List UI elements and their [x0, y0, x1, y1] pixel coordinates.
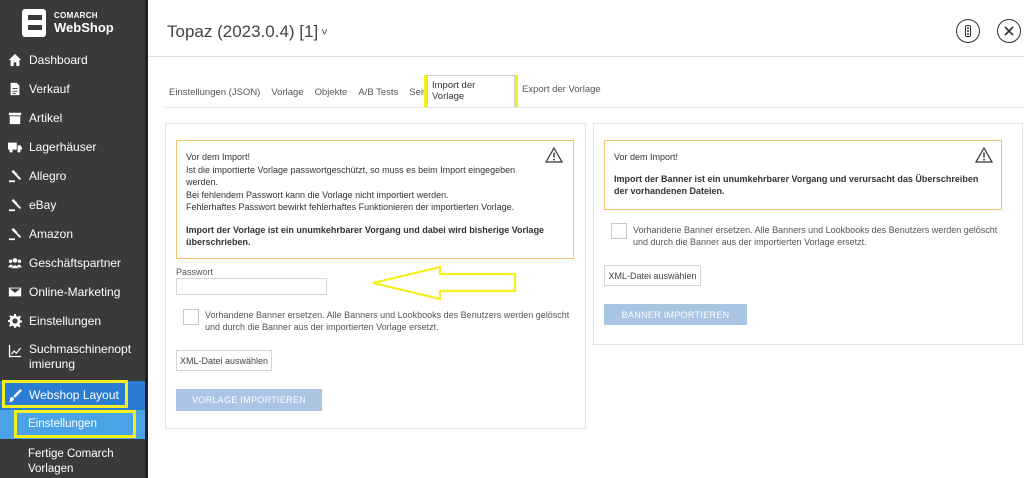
password-label: Passwort — [176, 267, 214, 277]
sidebar-item-label: Geschäftspartner — [29, 255, 122, 270]
replace-banners-text-right: Vorhandene Banner ersetzen. Alle Banners… — [633, 225, 998, 247]
sidebar: COMARCH WebShop Dashboard Verkauf Artike… — [0, 0, 145, 478]
warning-line: Fehlerhaftes Passwort bewirkt fehlerhaft… — [186, 201, 515, 212]
gavel-icon — [7, 168, 23, 184]
warning-bold-line: Import der Vorlage ist ein unumkehrbarer… — [186, 225, 545, 236]
highlight-box-webshop-layout — [2, 380, 128, 408]
highlight-box-einstellungen — [14, 410, 136, 438]
sidebar-item-label: eBay — [29, 197, 57, 212]
page-title: Topaz (2023.0.4) [1] — [167, 22, 319, 41]
box-icon — [7, 110, 23, 126]
traffic-light-icon — [965, 25, 971, 37]
warning-line: werden. — [186, 177, 219, 188]
replace-banners-checkbox-right[interactable] — [611, 223, 627, 239]
tab-import-der-vorlage[interactable]: Import der Vorlage — [424, 75, 518, 108]
tab-import-label: Import der Vorlage — [427, 75, 515, 108]
warning-line: Ist die importierte Vorlage passwortgesc… — [186, 165, 516, 176]
replace-banners-checkbox-left[interactable] — [183, 309, 199, 325]
warning-line: Bei fehlendem Passwort kann die Vorlage … — [186, 189, 449, 200]
sidebar-item-geschaeftspartner[interactable]: Geschäftspartner — [0, 255, 145, 271]
warning-bold-line: überschrieben. — [186, 237, 251, 248]
chevron-down-icon: ˅ — [321, 27, 328, 39]
gavel-icon — [7, 197, 23, 213]
import-template-button[interactable]: VORLAGE IMPORTIEREN — [176, 389, 322, 411]
close-button[interactable] — [997, 19, 1021, 43]
brand-line2: WebShop — [54, 20, 114, 35]
sidebar-item-label: Lagerhäuser — [29, 139, 97, 154]
sidebar-item-label: Dashboard — [29, 52, 88, 67]
sidebar-item-lagerhaeuser[interactable]: Lagerhäuser — [0, 139, 145, 155]
sidebar-item-allegro[interactable]: Allegro — [0, 168, 145, 184]
warning-bold-line: der vorhandenen Dateien. — [614, 186, 725, 197]
sidebar-item-online-marketing[interactable]: Online-Marketing — [0, 284, 145, 300]
sidebar-item-verkauf[interactable]: Verkauf — [0, 81, 145, 97]
warning-title: Vor dem Import! — [186, 152, 251, 162]
sidebar-item-einstellungen[interactable]: Einstellungen — [0, 313, 145, 329]
sidebar-subitem-fertige-vorlagen[interactable]: Fertige Comarch Vorlagen — [0, 446, 145, 478]
header-divider — [148, 56, 1024, 57]
sidebar-item-ebay[interactable]: eBay — [0, 197, 145, 213]
status-lights-button[interactable] — [956, 19, 980, 43]
tab-export-der-vorlage[interactable]: Export der Vorlage — [522, 84, 601, 95]
select-xml-file-button-left[interactable]: XML-Datei auswählen — [176, 350, 272, 371]
sidebar-item-label: Amazon — [29, 226, 74, 241]
tab-ab-tests[interactable]: A/B Tests — [358, 87, 398, 98]
annotation-arrow-icon — [372, 265, 517, 301]
sidebar-item-label: Online-Marketing — [29, 284, 121, 299]
truck-icon — [7, 139, 23, 155]
logo[interactable]: COMARCH WebShop — [22, 4, 114, 42]
tab-vorlage[interactable]: Vorlage — [271, 87, 303, 98]
envelope-icon — [7, 284, 23, 300]
warning-triangle-icon — [545, 147, 563, 163]
chart-line-icon — [7, 343, 23, 359]
tab-einstellungen-json[interactable]: Einstellungen (JSON) — [169, 87, 260, 98]
import-banners-button[interactable]: BANNER IMPORTIEREN — [604, 304, 747, 325]
password-input[interactable] — [176, 278, 327, 295]
close-icon — [1004, 26, 1014, 36]
gavel-icon — [7, 226, 23, 242]
sidebar-item-label: Artikel — [29, 110, 63, 125]
replace-banners-text-left: Vorhandene Banner ersetzen. Alle Banners… — [205, 310, 570, 332]
warning-title: Vor dem Import! — [614, 152, 679, 162]
sidebar-item-label: Suchmaschinenopt imierung — [29, 342, 132, 371]
tabs-divider — [165, 107, 1023, 108]
template-selector[interactable]: Topaz (2023.0.4) [1] ˅ — [167, 22, 328, 42]
sidebar-item-label: Allegro — [29, 168, 67, 183]
sidebar-item-label: Einstellungen — [29, 313, 102, 328]
tab-bar: Einstellungen (JSON) Vorlage Objekte A/B… — [169, 84, 447, 100]
sidebar-item-amazon[interactable]: Amazon — [0, 226, 145, 242]
document-icon — [7, 81, 23, 97]
tab-objekte[interactable]: Objekte — [315, 87, 348, 98]
select-xml-file-button-right[interactable]: XML-Datei auswählen — [604, 265, 701, 286]
sidebar-item-dashboard[interactable]: Dashboard — [0, 52, 145, 68]
banner-warning-box: Vor dem Import! Import der Banner ist ei… — [604, 140, 1002, 210]
import-warning-box: Vor dem Import! Ist die importierte Vorl… — [176, 140, 574, 259]
warning-bold-line: Import der Banner ist ein unumkehrbarer … — [614, 174, 979, 185]
home-icon — [7, 52, 23, 68]
warning-triangle-icon — [975, 147, 993, 163]
users-icon — [7, 255, 23, 271]
sidebar-item-label: Verkauf — [29, 81, 70, 96]
sidebar-item-suchmaschinenoptimierung[interactable]: Suchmaschinenopt imierung — [0, 342, 145, 374]
sidebar-edge — [145, 0, 148, 478]
sidebar-subitem-label: Fertige Comarch Vorlagen — [28, 448, 114, 475]
brand-line1: COMARCH — [54, 11, 98, 20]
gear-icon — [7, 313, 23, 329]
comarch-logo-icon — [22, 9, 46, 37]
sidebar-item-artikel[interactable]: Artikel — [0, 110, 145, 126]
